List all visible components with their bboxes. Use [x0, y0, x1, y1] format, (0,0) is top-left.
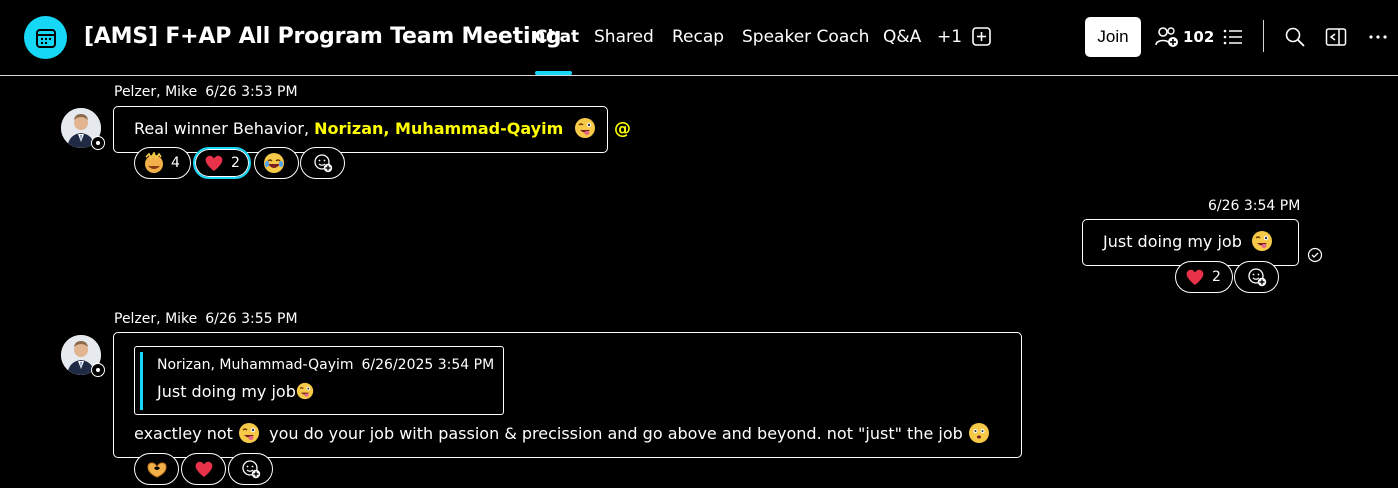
- message-1-header: Pelzer, Mike 6/26 3:53 PM: [114, 84, 298, 100]
- quote-accent-bar: [140, 352, 143, 410]
- add-reaction-button[interactable]: [228, 453, 273, 485]
- reaction-heart[interactable]: 2: [193, 147, 251, 179]
- heart-emoji-icon: [193, 458, 215, 480]
- message-text: Real winner Behavior,: [134, 119, 315, 138]
- participants-button[interactable]: 102: [1155, 26, 1214, 48]
- read-receipt-icon: [1307, 247, 1323, 263]
- reaction-count: 2: [1212, 269, 1221, 285]
- active-tab-indicator: [535, 71, 572, 75]
- presence-icon: [91, 136, 105, 150]
- calendar-icon: [24, 16, 67, 59]
- wink-emoji-icon: [1251, 230, 1273, 252]
- heart-emoji-icon: [1184, 266, 1206, 288]
- mention-at-icon: @: [614, 119, 631, 139]
- quoted-reply[interactable]: Norizan, Muhammad-Qayim 6/26/2025 3:54 PM…: [134, 346, 504, 415]
- search-icon[interactable]: [1284, 26, 1306, 48]
- add-reaction-icon: [313, 153, 333, 173]
- meeting-header: [AMS] F+AP All Program Team Meeting Chat…: [0, 0, 1398, 76]
- more-options-icon[interactable]: [1367, 26, 1389, 48]
- header-divider: [1263, 20, 1264, 52]
- heart-emoji-icon: [203, 152, 225, 174]
- heart-hands-emoji-icon: [146, 458, 168, 480]
- message-text: Just doing my job: [1103, 232, 1242, 251]
- join-button[interactable]: Join: [1085, 17, 1141, 57]
- reaction-heart[interactable]: [181, 453, 226, 485]
- wink-emoji-icon: [574, 117, 596, 139]
- reaction-count: 4: [171, 155, 180, 171]
- reaction-clap[interactable]: 4: [134, 147, 191, 179]
- message-bubble[interactable]: Real winner Behavior, Norizan, Muhammad-…: [113, 106, 608, 153]
- tab-qa[interactable]: Q&A: [883, 27, 921, 47]
- open-panel-icon[interactable]: [1325, 26, 1347, 48]
- quote-author: Norizan, Muhammad-Qayim: [157, 357, 354, 373]
- smile-emoji-icon: [968, 422, 990, 444]
- message-bubble[interactable]: Norizan, Muhammad-Qayim 6/26/2025 3:54 PM…: [113, 332, 1022, 458]
- own-message-bubble[interactable]: Just doing my job: [1082, 219, 1299, 266]
- people-icon: [1155, 27, 1178, 47]
- quote-text-row: Just doing my job: [157, 382, 314, 401]
- clap-emoji-icon: [143, 152, 165, 174]
- message-text-part2: you do your job with passion & precissio…: [264, 424, 968, 443]
- message-text-row: exactley not you do your job with passio…: [134, 424, 990, 444]
- add-reaction-icon: [1247, 267, 1267, 287]
- quote-time: 6/26/2025 3:54 PM: [361, 357, 495, 373]
- avatar[interactable]: [61, 108, 105, 152]
- add-reaction-button[interactable]: [1234, 261, 1279, 293]
- reaction-heart[interactable]: 2: [1175, 261, 1233, 293]
- avatar[interactable]: [61, 335, 105, 379]
- tab-speaker-coach[interactable]: Speaker Coach: [742, 27, 869, 47]
- tab-recap[interactable]: Recap: [672, 27, 724, 47]
- wink-emoji-icon: [296, 382, 314, 400]
- sender-name: Pelzer, Mike: [114, 84, 198, 100]
- message-3-header: Pelzer, Mike 6/26 3:55 PM: [114, 311, 298, 327]
- wink-emoji-icon: [238, 422, 260, 444]
- message-time: 6/26 3:55 PM: [205, 311, 298, 327]
- add-reaction-button[interactable]: [300, 147, 345, 179]
- quote-header: Norizan, Muhammad-Qayim 6/26/2025 3:54 PM: [157, 357, 494, 373]
- message-text-part1: exactley not: [134, 424, 239, 443]
- agenda-list-icon[interactable]: [1222, 26, 1244, 48]
- add-tab-icon[interactable]: [972, 27, 991, 46]
- meeting-title: [AMS] F+AP All Program Team Meeting: [84, 24, 562, 49]
- sender-name: Pelzer, Mike: [114, 311, 198, 327]
- message-time: 6/26 3:53 PM: [205, 84, 298, 100]
- mention[interactable]: Norizan, Muhammad-Qayim: [314, 119, 563, 138]
- tab-shared[interactable]: Shared: [594, 27, 654, 47]
- presence-icon: [91, 363, 105, 377]
- reaction-heart-hands[interactable]: [134, 453, 179, 485]
- participant-count: 102: [1183, 28, 1215, 46]
- laugh-emoji-icon: [263, 152, 285, 174]
- reaction-laugh[interactable]: [254, 147, 299, 179]
- tab-chat[interactable]: Chat: [535, 27, 579, 47]
- tab-more[interactable]: +1: [937, 27, 962, 47]
- add-reaction-icon: [241, 459, 261, 479]
- quote-text: Just doing my job: [157, 382, 296, 401]
- reaction-count: 2: [231, 155, 240, 171]
- message-time: 6/26 3:54 PM: [1208, 198, 1301, 214]
